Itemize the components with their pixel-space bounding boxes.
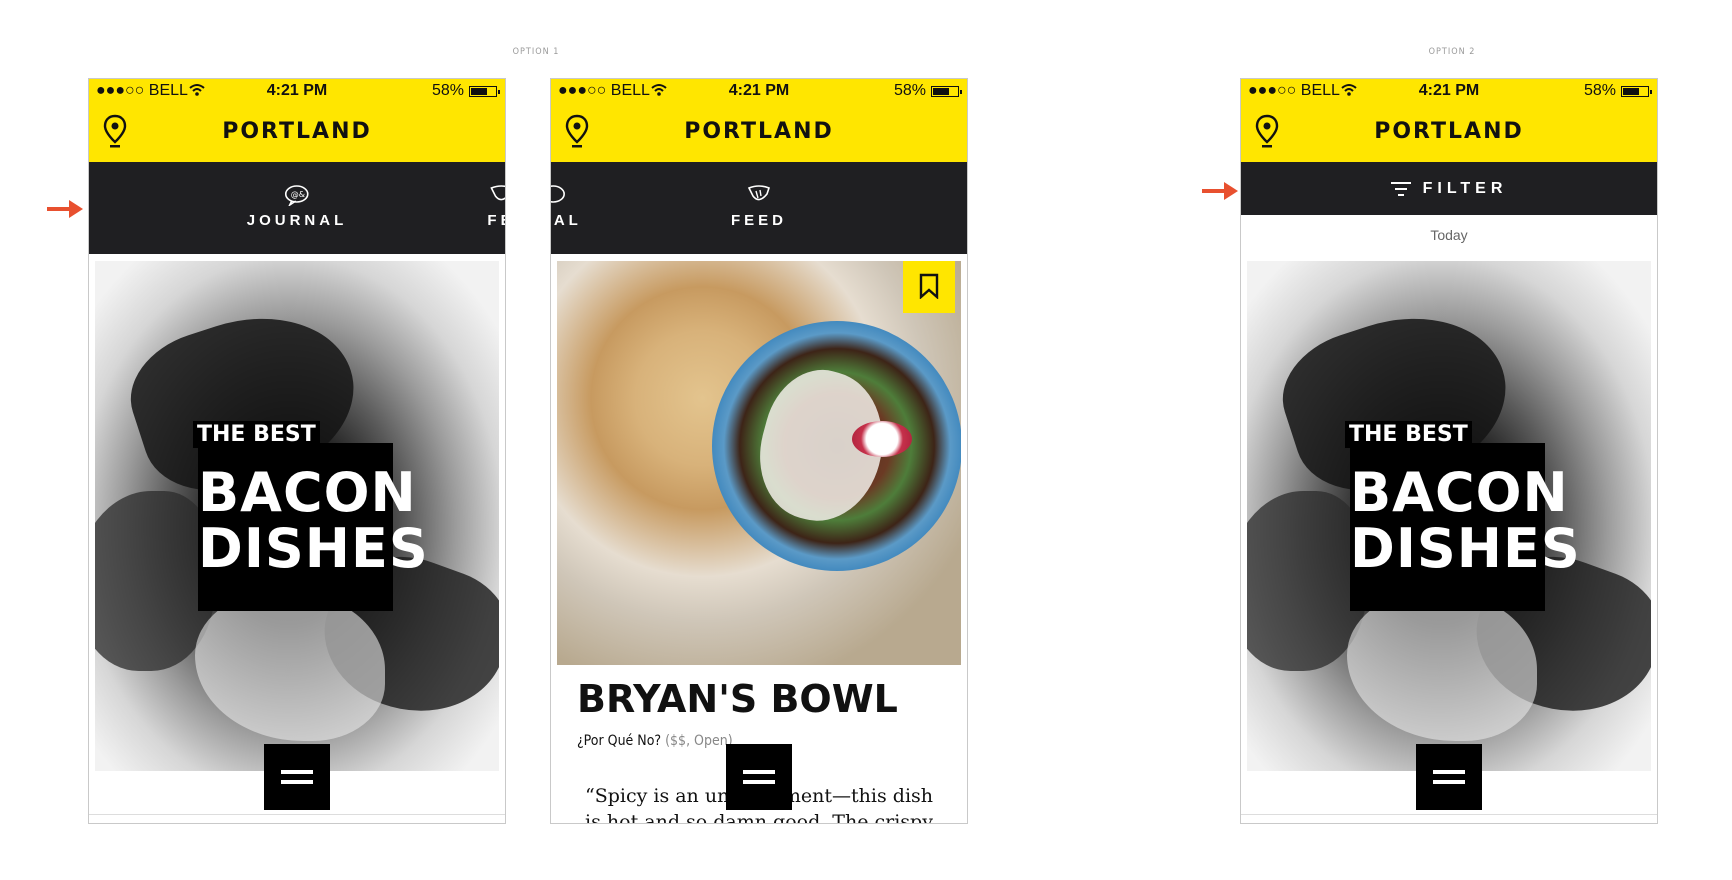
tab-feed-partial[interactable]: FE [487,184,505,229]
app-header: PORTLAND [89,103,505,162]
tab-label: RNAL [551,212,582,229]
svg-text:@&: @& [291,190,305,199]
place-details: ($$, Open) [665,733,733,749]
hero-image[interactable]: THE BEST BACON DISHES [1247,261,1651,771]
journal-icon [551,185,565,203]
arrow-right-icon [47,200,83,218]
menu-button[interactable] [1416,744,1482,810]
hero-headline: BACON DISHES [198,443,428,611]
city-title: PORTLAND [684,119,834,144]
dish-photo[interactable] [557,261,961,665]
menu-button[interactable] [264,744,330,810]
filter-button[interactable]: FILTER [1241,162,1657,215]
status-bar: ●●●○○ BELL 4:21 PM 58% [89,79,505,103]
article-title: BRYAN'S BOWL [577,677,898,721]
bookmark-button[interactable] [903,261,955,313]
section-nav: @& JOURNAL FE [89,162,505,254]
option-1-label: OPTION 1 [512,47,560,57]
section-heading-today: Today [1430,227,1468,243]
menu-button[interactable] [726,744,792,810]
status-bar: ●●●○○ BELL 4:21 PM 58% [1241,79,1657,103]
tab-journal-partial[interactable]: RNAL [551,184,582,229]
battery-percent: 58% [431,82,464,99]
phone-option-1-journal: ●●●○○ BELL 4:21 PM 58% PORTLAND @& JOURN… [88,78,506,824]
tab-label: FEED [730,212,788,229]
tab-label: JOURNAL [246,212,348,229]
feed-icon [747,185,770,201]
tab-feed[interactable]: FEED [731,184,787,229]
city-title: PORTLAND [1374,119,1524,144]
option-2-label: OPTION 2 [1428,47,1476,57]
filter-label: FILTER [1422,179,1508,197]
phone-option-1-feed: ●●●○○ BELL 4:21 PM 58% PORTLAND RNAL FEE… [550,78,968,824]
feed-icon [489,185,505,201]
journal-icon: @& [285,185,309,206]
hero-headline: BACON DISHES [1350,443,1580,611]
app-header: PORTLAND [1241,103,1657,162]
filter-icon [1390,181,1411,196]
battery-percent: 58% [1583,82,1616,99]
place-name[interactable]: ¿Por Qué No? [577,733,661,749]
city-title: PORTLAND [222,119,372,144]
phone-option-2-filter: ●●●○○ BELL 4:21 PM 58% PORTLAND FILTER T… [1240,78,1658,824]
hero-image[interactable]: THE BEST BACON DISHES [95,261,499,771]
bookmark-icon [919,273,939,299]
battery-icon [469,85,500,97]
section-nav: RNAL FEED [551,162,967,254]
tab-label: FE [487,212,505,229]
app-header: PORTLAND [551,103,967,162]
battery-icon [931,85,962,97]
arrow-right-icon [1202,182,1238,200]
status-bar: ●●●○○ BELL 4:21 PM 58% [551,79,967,103]
battery-percent: 58% [893,82,926,99]
tab-journal[interactable]: @& JOURNAL [247,184,348,229]
article-meta: ¿Por Qué No? ($$, Open) [577,733,733,749]
battery-icon [1621,85,1652,97]
